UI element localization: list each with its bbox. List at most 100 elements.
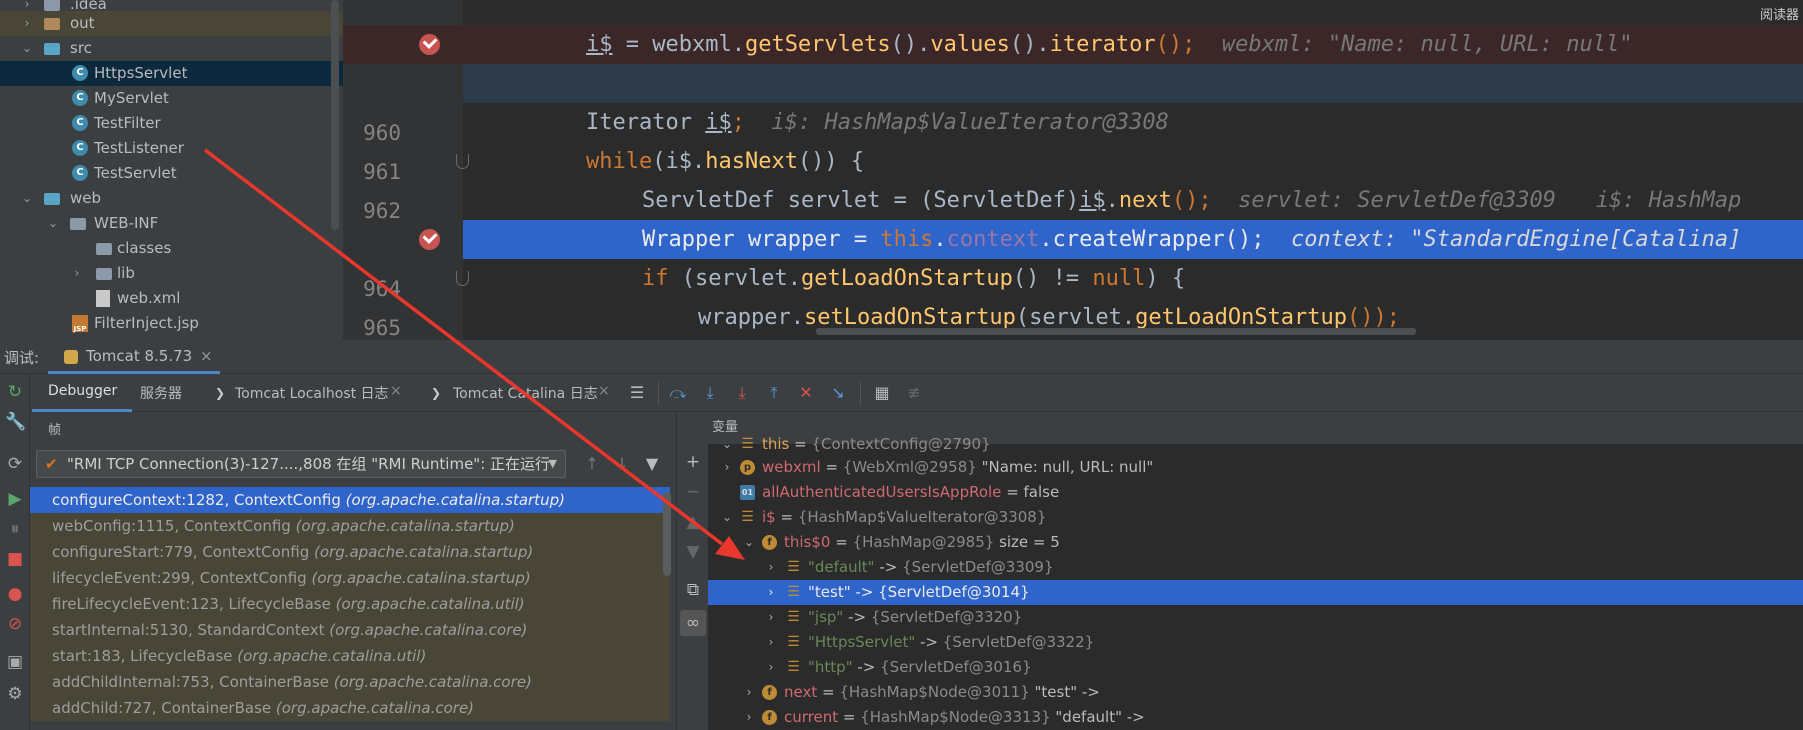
frame-row[interactable]: fireLifecycleEvent:123, LifecycleBase (o… xyxy=(30,591,670,617)
breakpoint-icon[interactable] xyxy=(419,229,440,250)
step-over-icon[interactable]: ⤼ xyxy=(668,383,688,403)
code-line-964-current[interactable]: 964 Wrapper wrapper = this.context.creat… xyxy=(343,220,1803,301)
code-line-962[interactable]: 962 while(i$.hasNext()) { xyxy=(343,142,1803,223)
menu-lines-icon[interactable]: ☰ xyxy=(627,383,647,403)
variable-row-map-entry[interactable]: › ☰ "jsp" -> {ServletDef@3320} xyxy=(708,605,1803,630)
variable-row-this[interactable]: ⌄ ☰ this = {ContextConfig@2790} xyxy=(708,432,1803,457)
resume-icon[interactable]: ▶ xyxy=(5,489,25,509)
tab-tomcat-catalina-log[interactable]: Tomcat Catalina 日志 xyxy=(453,383,598,403)
evaluate-expression-icon[interactable]: ▦ xyxy=(872,383,892,403)
chevron-down-icon[interactable]: ⌄ xyxy=(742,530,756,555)
debug-session-tab-tomcat[interactable]: Tomcat 8.5.73 × xyxy=(48,340,220,374)
chevron-right-icon[interactable]: › xyxy=(720,455,734,480)
pause-icon[interactable]: ⏸ xyxy=(5,519,25,539)
tree-item-src[interactable]: ⌄ src xyxy=(0,36,343,61)
wrench-icon[interactable]: 🔧 xyxy=(5,412,26,432)
tree-item-testlistener[interactable]: C TestListener xyxy=(0,136,343,161)
project-tree[interactable]: › .idea › out ⌄ src C HttpsServlet C MyServle… xyxy=(0,0,343,340)
tree-item-web[interactable]: ⌄ web xyxy=(0,186,343,211)
frame-row[interactable]: configureStart:779, ContextConfig (org.a… xyxy=(30,539,670,565)
frame-row[interactable]: webConfig:1115, ContextConfig (org.apach… xyxy=(30,513,670,539)
tree-item-testservlet[interactable]: C TestServlet xyxy=(0,161,343,186)
tree-item-web-xml[interactable]: web.xml xyxy=(0,286,343,311)
tree-item-classes[interactable]: classes xyxy=(0,236,343,261)
chevron-right-icon[interactable]: › xyxy=(764,630,778,655)
code-line-960[interactable]: 960 xyxy=(343,64,1803,145)
mute-breakpoints-icon[interactable]: ⊘ xyxy=(5,614,25,634)
settings-gear-icon[interactable]: ⚙ xyxy=(5,684,25,704)
chevron-right-icon[interactable]: › xyxy=(764,605,778,630)
breakpoint-icon[interactable] xyxy=(419,34,440,55)
frame-row[interactable]: start:183, LifecycleBase (org.apache.cat… xyxy=(30,643,670,669)
variable-row-webxml[interactable]: › p webxml = {WebXml@2958} "Name: null, UR… xyxy=(708,455,1803,480)
copy-icon[interactable]: ⧉ xyxy=(683,580,703,600)
move-down-icon[interactable]: ▼ xyxy=(683,542,703,562)
glasses-icon[interactable]: ∞ xyxy=(680,610,706,636)
variable-row-map-entry[interactable]: › ☰ "default" -> {ServletDef@3309} xyxy=(708,555,1803,580)
tab-debugger[interactable]: Debugger xyxy=(48,383,117,399)
tab-tomcat-localhost-log[interactable]: Tomcat Localhost 日志 xyxy=(235,383,389,403)
variable-row-next[interactable]: › f next = {HashMap$Node@3011} "test" -> xyxy=(708,680,1803,705)
frame-row[interactable]: addChild:727, ContainerBase (org.apache.… xyxy=(30,695,670,721)
run-to-cursor-icon[interactable]: ↘ xyxy=(828,383,848,403)
frames-scrollbar[interactable] xyxy=(663,492,671,576)
tree-item-httpsservlet[interactable]: C HttpsServlet xyxy=(0,61,343,86)
editor-horizontal-scrollbar[interactable] xyxy=(816,328,1416,335)
frame-row[interactable]: configureContext:1282, ContextConfig (or… xyxy=(30,487,670,513)
close-icon[interactable]: × xyxy=(200,347,213,365)
code-editor[interactable]: 958 959 i$ = webxml.getServlets().values… xyxy=(343,0,1803,340)
variable-row-i-dollar[interactable]: ⌄ ☰ i$ = {HashMap$ValueIterator@3308} xyxy=(708,505,1803,530)
chevron-right-icon[interactable]: › xyxy=(764,655,778,680)
tree-item-myservlet[interactable]: C MyServlet xyxy=(0,86,343,111)
code-line-961[interactable]: 961 Iterator i$; i$: HashMap$ValueIterat… xyxy=(343,103,1803,184)
move-up-icon[interactable]: ▲ xyxy=(683,512,703,532)
tree-item-testfilter[interactable]: C TestFilter xyxy=(0,111,343,136)
tree-scrollbar[interactable] xyxy=(331,0,339,230)
frames-panel[interactable]: 帧 ✔ "RMI TCP Connection(3)-127....,808 在… xyxy=(30,412,676,730)
tree-item-out[interactable]: › out xyxy=(0,11,343,36)
close-icon[interactable]: × xyxy=(390,383,402,399)
chevron-right-icon[interactable]: › xyxy=(764,555,778,580)
tab-server[interactable]: 服务器 xyxy=(140,383,182,403)
thread-selector[interactable]: ✔ "RMI TCP Connection(3)-127....,808 在组 … xyxy=(36,450,566,478)
tree-item-lib[interactable]: › lib xyxy=(0,261,343,286)
chevron-down-icon[interactable]: ⌄ xyxy=(720,432,734,457)
code-line-965[interactable]: 965 if (servlet.getLoadOnStartup() != nu… xyxy=(343,259,1803,340)
chevron-right-icon[interactable]: › xyxy=(742,680,756,705)
force-step-into-icon[interactable]: ⤓ xyxy=(732,383,752,403)
code-line-963[interactable]: 963 ServletDef servlet = (ServletDef)i$.… xyxy=(343,181,1803,262)
fold-marker-icon[interactable] xyxy=(456,154,469,169)
drop-frame-icon[interactable]: ✕ xyxy=(796,383,816,403)
variable-row-map-entry-selected[interactable]: › ☰ "test" -> {ServletDef@3014} xyxy=(708,580,1803,605)
reader-mode-toggle[interactable]: 阅读器 xyxy=(1760,4,1799,23)
add-watch-icon[interactable]: + xyxy=(683,452,703,472)
code-line-958[interactable]: 958 xyxy=(343,0,1803,70)
step-out-icon[interactable]: ⤒ xyxy=(764,383,784,403)
tree-item-filterinject-jsp[interactable]: JSP FilterInject.jsp xyxy=(0,311,343,336)
step-into-icon[interactable]: ⤓ xyxy=(700,383,720,403)
frame-row[interactable]: startInternal:5130, StandardContext (org… xyxy=(30,617,670,643)
camera-icon[interactable]: ▣ xyxy=(5,652,25,672)
variables-panel[interactable]: 变量 ⌄ ☰ this = {ContextConfig@2790} › p webxm… xyxy=(708,412,1803,730)
close-icon[interactable]: × xyxy=(598,383,610,399)
stop-icon[interactable]: ■ xyxy=(5,549,25,569)
variable-row-map-entry[interactable]: › ☰ "http" -> {ServletDef@3016} xyxy=(708,655,1803,680)
fold-marker-icon[interactable] xyxy=(456,271,469,286)
arrow-up-icon[interactable]: ↑ xyxy=(582,452,602,476)
frame-row[interactable]: addChildInternal:753, ContainerBase (org… xyxy=(30,669,670,695)
tree-item-web-inf[interactable]: ⌄ WEB-INF xyxy=(0,211,343,236)
trace-stream-icon[interactable]: ≢ xyxy=(904,383,924,403)
chevron-down-icon[interactable]: ⌄ xyxy=(720,505,734,530)
restart-icon[interactable]: ⟳ xyxy=(5,454,25,474)
view-breakpoints-icon[interactable]: ● xyxy=(5,584,25,604)
variable-row-allauthenticatedusersisapprole[interactable]: 01 allAuthenticatedUsersIsAppRole = false xyxy=(708,480,1803,505)
variable-row-current[interactable]: › f current = {HashMap$Node@3313} "default… xyxy=(708,705,1803,730)
remove-watch-icon[interactable]: − xyxy=(683,482,703,502)
code-line-959[interactable]: 959 i$ = webxml.getServlets().values().i… xyxy=(343,25,1803,106)
variable-row-map-entry[interactable]: › ☰ "HttpsServlet" -> {ServletDef@3322} xyxy=(708,630,1803,655)
chevron-right-icon[interactable]: › xyxy=(764,580,778,605)
filter-icon[interactable]: ▼ xyxy=(642,452,662,476)
variable-row-this0[interactable]: ⌄ f this$0 = {HashMap@2985} size = 5 xyxy=(708,530,1803,555)
chevron-right-icon[interactable]: › xyxy=(742,705,756,730)
rerun-icon[interactable]: ↻ xyxy=(5,382,25,402)
